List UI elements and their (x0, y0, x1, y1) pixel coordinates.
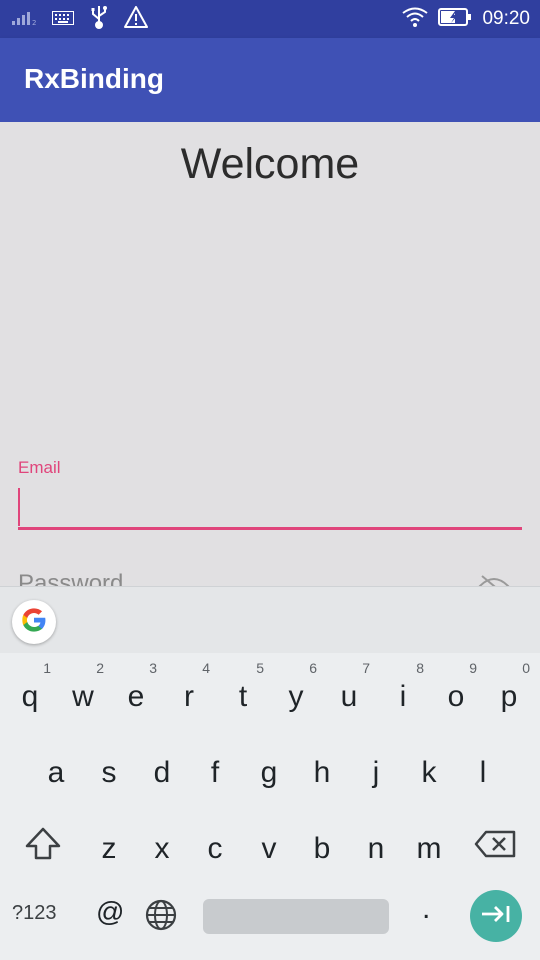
email-field[interactable] (18, 484, 522, 530)
period-key[interactable]: . (422, 892, 430, 926)
key-f[interactable]: f (188, 742, 242, 806)
shift-icon (13, 827, 73, 878)
globe-icon (144, 899, 178, 936)
key-z[interactable]: z (82, 818, 136, 882)
svg-text:2: 2 (32, 19, 36, 25)
app-bar: RxBinding (0, 38, 540, 122)
key-k[interactable]: k (402, 742, 456, 806)
key-u[interactable]: u7 (322, 660, 376, 730)
wifi-icon (402, 7, 429, 31)
welcome-heading: Welcome (180, 140, 360, 188)
backspace-icon (466, 830, 526, 878)
status-time: 09:20 (482, 8, 530, 29)
key-w[interactable]: w2 (56, 660, 110, 730)
keyboard-icon (52, 10, 74, 29)
key-b[interactable]: b (295, 818, 349, 882)
key-m[interactable]: m (402, 818, 456, 882)
app-title: RxBinding (24, 63, 164, 94)
language-key[interactable] (144, 898, 178, 936)
status-left-icons: 2 (12, 6, 148, 32)
password-visibility-toggle-icon[interactable] (478, 574, 510, 586)
backspace-key[interactable] (466, 814, 526, 874)
next-key[interactable] (470, 890, 522, 942)
key-j[interactable]: j (349, 742, 403, 806)
key-e[interactable]: e3 (109, 660, 163, 730)
battery-charging-icon (438, 8, 472, 30)
key-y[interactable]: y6 (269, 660, 323, 730)
warning-icon (124, 6, 148, 32)
usb-icon (90, 5, 108, 33)
soft-keyboard: q1 w2 e3 r4 t5 y6 u7 i8 o9 p0 a s d f g … (0, 586, 540, 960)
key-q[interactable]: q1 (3, 660, 57, 730)
key-s[interactable]: s (82, 742, 136, 806)
status-right-icons: 09:20 (402, 6, 530, 32)
key-o[interactable]: o9 (429, 660, 483, 730)
key-a[interactable]: a (29, 742, 83, 806)
key-v[interactable]: v (242, 818, 296, 882)
key-d[interactable]: d (135, 742, 189, 806)
key-t[interactable]: t5 (216, 660, 270, 730)
email-label: Email (18, 458, 61, 477)
login-form: Welcome Email Password (0, 122, 540, 586)
next-arrow-icon (480, 902, 512, 930)
keyboard-suggestion-bar (0, 586, 540, 653)
key-c[interactable]: c (188, 818, 242, 882)
google-g-icon (20, 606, 48, 638)
status-bar: 2 09:20 (0, 0, 540, 38)
password-field[interactable]: Password (18, 570, 123, 586)
key-r[interactable]: r4 (162, 660, 216, 730)
signal-icon: 2 (12, 10, 36, 29)
symbols-key[interactable]: ?123 (12, 902, 57, 925)
text-cursor (18, 488, 20, 526)
shift-key[interactable] (13, 814, 73, 874)
key-n[interactable]: n (349, 818, 403, 882)
key-h[interactable]: h (295, 742, 349, 806)
key-g[interactable]: g (242, 742, 296, 806)
key-i[interactable]: i8 (376, 660, 430, 730)
key-x[interactable]: x (135, 818, 189, 882)
key-p[interactable]: p0 (482, 660, 536, 730)
key-l[interactable]: l (456, 742, 510, 806)
space-key[interactable] (203, 899, 389, 934)
at-key[interactable]: @ (96, 896, 124, 928)
google-search-button[interactable] (12, 600, 56, 644)
